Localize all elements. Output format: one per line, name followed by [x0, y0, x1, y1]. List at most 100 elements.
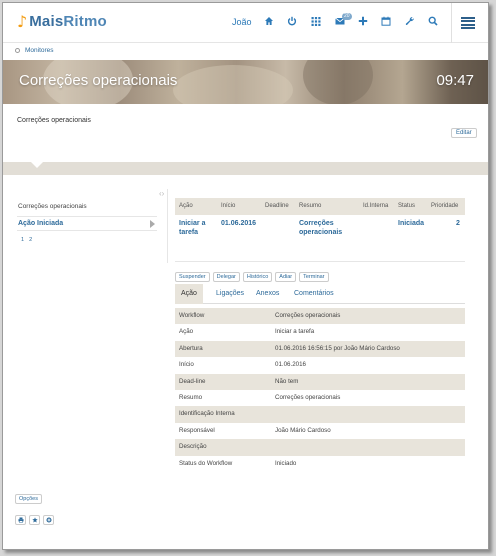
historico-button[interactable]: Histórico — [242, 272, 273, 282]
home-icon[interactable] — [262, 14, 276, 28]
table-row[interactable]: Iniciar a tarefa 01.06.2016 Correções op… — [175, 215, 465, 241]
column-divider — [167, 189, 168, 263]
cell-resumo: Correções operacionais — [299, 220, 343, 236]
detail-row: Identificação Interna — [175, 406, 465, 423]
sidebar-title: Correções operacionais — [18, 203, 87, 210]
detail-value: Correções operacionais — [275, 393, 341, 401]
tab-anexos[interactable]: Anexos — [250, 284, 285, 304]
options-button[interactable]: Opções — [15, 494, 42, 504]
cell-prioridade: 2 — [456, 220, 460, 227]
detail-label: Ação — [179, 328, 194, 336]
banner-decoration — [173, 65, 293, 104]
detail-label: Identificação Interna — [179, 410, 235, 418]
header-divider — [451, 3, 452, 43]
detail-value: 01.06.2016 — [275, 361, 306, 369]
cell-status: Iniciada — [398, 220, 425, 227]
calendar-icon[interactable] — [379, 14, 393, 28]
detail-value: 01.06.2016 16:56:15 por João Mário Cardo… — [275, 344, 400, 352]
detail-label: Descrição — [179, 443, 207, 451]
brand-second: Ritmo — [63, 13, 107, 30]
column-header[interactable]: Resumo — [299, 203, 321, 209]
footer-toolbar — [15, 515, 54, 525]
list-header: Ação Início Deadline Resumo Id.Interna S… — [175, 198, 465, 215]
detail-label: Status do Workflow — [179, 459, 233, 467]
detail-label: Responsável — [179, 426, 215, 434]
detail-label: Abertura — [179, 344, 203, 352]
column-header[interactable]: Prioridade — [431, 203, 458, 209]
delegar-button[interactable]: Delegar — [212, 272, 240, 282]
detail-row: Descrição — [175, 439, 465, 456]
column-header[interactable]: Início — [221, 203, 235, 209]
page-link-1[interactable]: 1 — [21, 237, 24, 243]
plus-icon[interactable] — [356, 14, 370, 28]
chevron-right-icon — [150, 220, 155, 228]
detail-value: Iniciado — [275, 459, 297, 467]
suspender-button[interactable]: Suspender — [175, 272, 210, 282]
tab-acao[interactable]: Ação — [175, 284, 203, 304]
page-banner: Correções operacionais 09:47 — [3, 60, 488, 104]
tab-ligacoes[interactable]: Ligações — [210, 284, 250, 304]
page-title: Correções operacionais — [19, 72, 178, 89]
adiar-button[interactable]: Adiar — [275, 272, 297, 282]
power-icon[interactable] — [285, 14, 299, 28]
detail-value: João Mário Cardoso — [275, 426, 331, 434]
breadcrumb-link-monitores[interactable]: Monitores — [25, 47, 54, 54]
breadcrumb: Monitores — [15, 47, 54, 54]
logo[interactable]: ♪ MaisRitmo — [17, 13, 107, 30]
menu-icon[interactable] — [461, 17, 475, 29]
pagination: 1 2 — [21, 237, 32, 243]
page-link-2[interactable]: 2 — [29, 237, 32, 243]
separator-notch — [31, 162, 43, 168]
clock: 09:47 — [436, 72, 474, 89]
section-separator — [3, 162, 488, 175]
column-header[interactable]: Ação — [179, 203, 193, 209]
detail-row: Início 01.06.2016 — [175, 357, 465, 373]
terminar-button[interactable]: Terminar — [299, 272, 329, 282]
music-note-icon: ♪ — [17, 11, 28, 31]
action-toolbar: Suspender Delegar Histórico Adiar Termin… — [175, 272, 329, 282]
details-table: Workflow Correções operacionais Ação Ini… — [175, 308, 465, 472]
tab-comentarios[interactable]: Comentários — [288, 284, 340, 304]
detail-value: Não tem — [275, 377, 299, 385]
cell-acao[interactable]: Iniciar a tarefa — [179, 219, 213, 237]
edit-button[interactable]: Editar — [451, 128, 477, 138]
detail-tabs: Ação Ligações Anexos Comentários — [175, 284, 465, 304]
list-divider — [175, 261, 465, 262]
column-header[interactable]: Status — [398, 203, 415, 209]
column-header[interactable]: Id.Interna — [363, 203, 388, 209]
window-frame: ♪ MaisRitmo João 20 Monitores Correções … — [0, 0, 496, 556]
detail-row: Abertura 01.06.2016 16:56:15 por João Má… — [175, 340, 465, 358]
column-header[interactable]: Deadline — [265, 203, 289, 209]
detail-label: Resumo — [179, 393, 203, 401]
top-bar: ♪ MaisRitmo João 20 — [3, 3, 488, 43]
detail-label: Início — [179, 361, 194, 369]
banner-decoration — [303, 60, 373, 104]
page: ♪ MaisRitmo João 20 Monitores Correções … — [2, 2, 489, 550]
detail-row: Workflow Correções operacionais — [175, 308, 465, 325]
detail-row: Status do Workflow Iniciado — [175, 456, 465, 472]
cell-inicio: 01.06.2016 — [221, 220, 257, 227]
detail-row: Dead-line Não tem — [175, 373, 465, 390]
detail-value: Correções operacionais — [275, 312, 341, 319]
detail-row: Ação Iniciar a tarefa — [175, 324, 465, 340]
detail-value: Iniciar a tarefa — [275, 328, 315, 336]
mail-badge: 20 — [342, 13, 352, 20]
brand-first: Mais — [29, 13, 64, 30]
print-icon[interactable] — [15, 515, 26, 525]
star-icon[interactable] — [29, 515, 40, 525]
wrench-icon[interactable] — [403, 14, 417, 28]
search-icon[interactable] — [426, 14, 440, 28]
user-name-link[interactable]: João — [232, 17, 252, 27]
detail-row: Resumo Correções operacionais — [175, 390, 465, 406]
collapse-arrows-icon[interactable]: ‹› — [159, 189, 164, 198]
description-text: Correções operacionais — [17, 117, 91, 124]
sidebar-item-acao-iniciada[interactable]: Ação Iniciada — [17, 216, 157, 231]
circle-icon — [15, 48, 20, 53]
brand-name: MaisRitmo — [29, 13, 107, 30]
detail-label: Workflow — [179, 312, 205, 319]
detail-label: Dead-line — [179, 377, 206, 385]
settings-icon[interactable] — [43, 515, 54, 525]
detail-row: Responsável João Mário Cardoso — [175, 423, 465, 439]
apps-grid-icon[interactable] — [309, 14, 323, 28]
sidebar-item-label: Ação Iniciada — [18, 220, 64, 227]
